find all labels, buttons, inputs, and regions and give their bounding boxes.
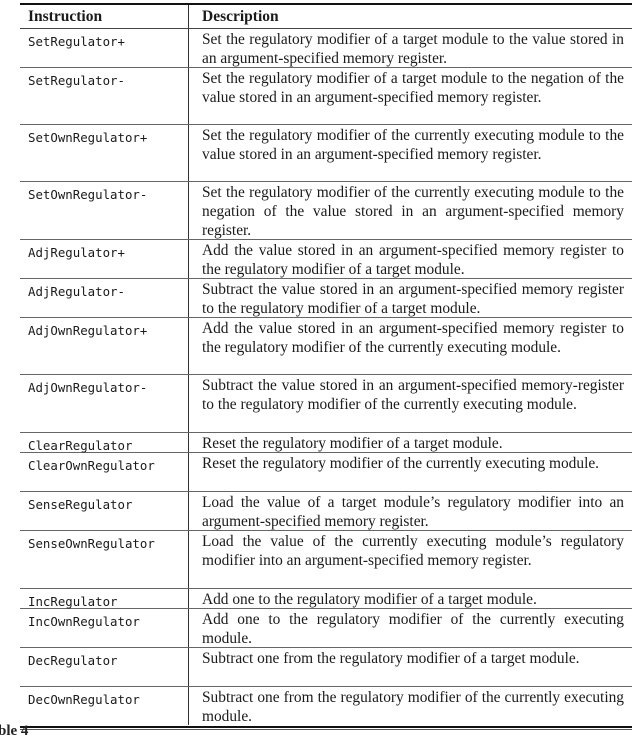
instruction-description: Reset the regulatory modifier of a targe… xyxy=(202,435,503,452)
instruction-name: IncRegulator xyxy=(20,589,189,609)
table-row: SenseOwnRegulator Load the value of the c… xyxy=(20,531,632,589)
instruction-name: IncOwnRegulator xyxy=(20,609,189,647)
instruction-table: Instruction Description SetRegulator+ Set… xyxy=(20,3,632,730)
instruction-description: Load the value of a target module’s regu… xyxy=(202,494,624,530)
instruction-description: Subtract one from the regulatory modifie… xyxy=(202,689,624,725)
instruction-name: DecOwnRegulator xyxy=(20,687,189,725)
table-row: SetOwnRegulator+ Set the regulatory modif… xyxy=(20,125,632,182)
table-row: IncOwnRegulator Add one to the regulatory… xyxy=(20,609,632,648)
instruction-name: SetRegulator- xyxy=(20,68,189,124)
instruction-name: AdjOwnRegulator- xyxy=(20,375,189,432)
instruction-description: Reset the regulatory modifier of the cur… xyxy=(202,455,600,472)
instruction-description: Add one to the regulatory modifier of a … xyxy=(202,591,537,608)
instruction-description: Set the regulatory modifier of the curre… xyxy=(202,184,624,239)
table-row: ClearRegulator Reset the regulatory modif… xyxy=(20,433,632,453)
table-row: SetRegulator- Set the regulatory modifier… xyxy=(20,68,632,125)
table-body: SetRegulator+ Set the regulatory modifier… xyxy=(20,29,632,725)
instruction-description: Add the value stored in an argument-spec… xyxy=(202,320,624,356)
instruction-description: Add the value stored in an argument-spec… xyxy=(202,242,624,278)
bottom-rule-secondary xyxy=(20,728,632,730)
instruction-name: SenseOwnRegulator xyxy=(20,531,189,588)
instruction-description: Subtract one from the regulatory modifie… xyxy=(202,650,580,667)
instruction-description: Load the value of the currently executin… xyxy=(202,533,624,569)
instruction-name: SetOwnRegulator+ xyxy=(20,125,189,181)
instruction-description: Set the regulatory modifier of a target … xyxy=(202,70,624,106)
table-row: AdjRegulator+ Add the value stored in an … xyxy=(20,240,632,279)
bottom-rule xyxy=(20,726,632,728)
table-row: DecOwnRegulator Subtract one from the reg… xyxy=(20,687,632,725)
instruction-description: Subtract the value stored in an argument… xyxy=(202,377,624,413)
instruction-description: Set the regulatory modifier of a target … xyxy=(202,31,624,67)
table-row: SetRegulator+ Set the regulatory modifier… xyxy=(20,29,632,68)
instruction-name: DecRegulator xyxy=(20,648,189,686)
instruction-name: AdjRegulator+ xyxy=(20,240,189,278)
table-row: SetOwnRegulator- Set the regulatory modif… xyxy=(20,182,632,240)
table-row: ClearOwnRegulator Reset the regulatory mo… xyxy=(20,453,632,492)
instruction-name: SetOwnRegulator- xyxy=(20,182,189,239)
instruction-name: SetRegulator+ xyxy=(20,29,189,67)
header-description: Description xyxy=(202,8,279,25)
instruction-description: Subtract the value stored in an argument… xyxy=(202,281,624,317)
table-caption-fragment: ble 4 xyxy=(0,723,29,739)
instruction-name: ClearOwnRegulator xyxy=(20,453,189,491)
header-instruction: Instruction xyxy=(20,5,189,28)
table-row: IncRegulator Add one to the regulatory mo… xyxy=(20,589,632,609)
instruction-description: Set the regulatory modifier of the curre… xyxy=(202,127,624,163)
table-row: SenseRegulator Load the value of a target… xyxy=(20,492,632,531)
instruction-name: ClearRegulator xyxy=(20,433,189,453)
table-header-row: Instruction Description xyxy=(20,5,632,29)
instruction-name: AdjOwnRegulator+ xyxy=(20,318,189,374)
table-row: DecRegulator Subtract one from the regula… xyxy=(20,648,632,687)
instruction-name: SenseRegulator xyxy=(20,492,189,530)
table-row: AdjOwnRegulator+ Add the value stored in … xyxy=(20,318,632,375)
table-row: AdjOwnRegulator- Subtract the value store… xyxy=(20,375,632,433)
instruction-description: Add one to the regulatory modifier of th… xyxy=(202,611,624,647)
instruction-name: AdjRegulator- xyxy=(20,279,189,317)
table-row: AdjRegulator- Subtract the value stored i… xyxy=(20,279,632,318)
